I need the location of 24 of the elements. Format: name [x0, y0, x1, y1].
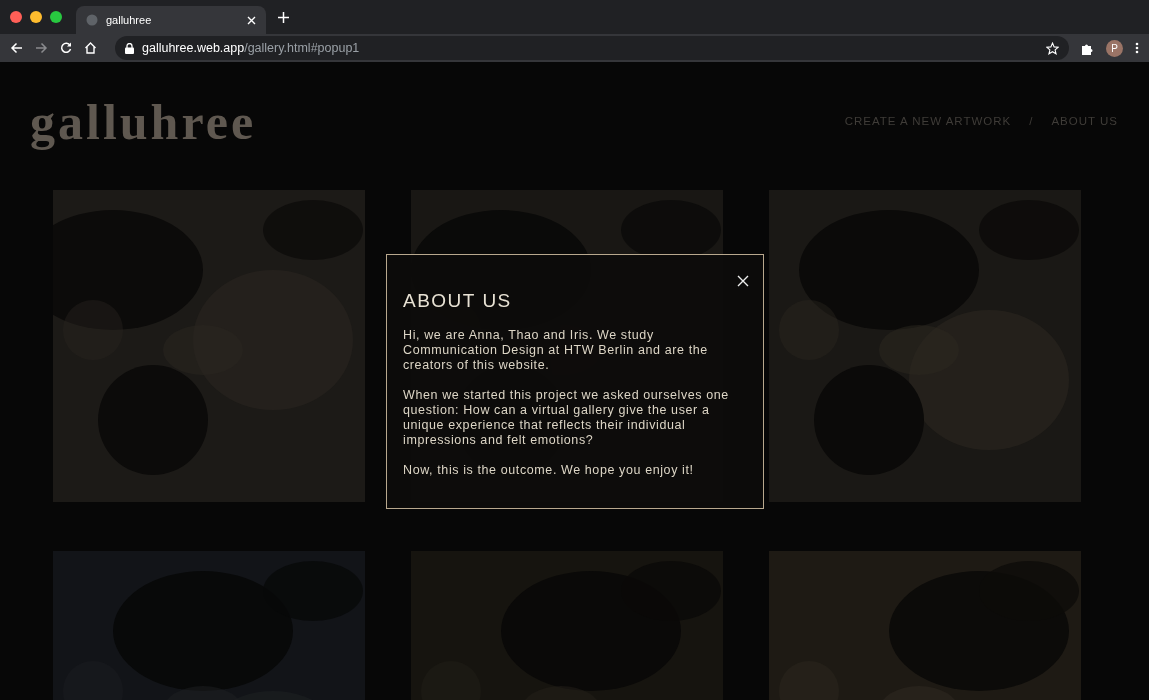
star-icon[interactable] — [1046, 41, 1059, 55]
tab-title: galluhree — [106, 12, 153, 28]
reload-icon[interactable] — [60, 42, 72, 54]
minimize-window-icon[interactable] — [30, 11, 42, 23]
popup-paragraph: Hi, we are Anna, Thao and Iris. We study Communication Design at HTW Berlin and are the creators of this website. — [403, 327, 709, 373]
popup-paragraph: When we started this project we asked ourselves one question: How can a virtual gallery give the user a unique experience that reflects their individual impressions and felt emotions? — [403, 387, 730, 448]
home-icon[interactable] — [84, 42, 97, 54]
forward-icon[interactable] — [35, 42, 48, 54]
profile-avatar[interactable]: P — [1106, 39, 1123, 57]
nav-separator: / — [1028, 114, 1035, 130]
menu-icon[interactable] — [1135, 42, 1139, 54]
browser-tab[interactable]: galluhree — [76, 6, 266, 34]
address-bar[interactable]: galluhree.web.app/gallery.html#popup1 — [115, 36, 1069, 60]
globe-icon — [86, 14, 98, 26]
site-logo[interactable]: galluhree — [30, 84, 257, 160]
close-window-icon[interactable] — [10, 11, 22, 23]
close-icon[interactable] — [737, 275, 749, 287]
back-icon[interactable] — [10, 42, 23, 54]
lock-icon — [125, 42, 134, 54]
url-text: galluhree.web.app/gallery.html#popup1 — [142, 39, 361, 57]
new-tab-icon[interactable] — [278, 11, 289, 23]
popup-paragraph: Now, this is the outcome. We hope you enjoy it! — [403, 462, 695, 478]
maximize-window-icon[interactable] — [50, 11, 62, 23]
popup-title: ABOUT US — [403, 289, 513, 313]
